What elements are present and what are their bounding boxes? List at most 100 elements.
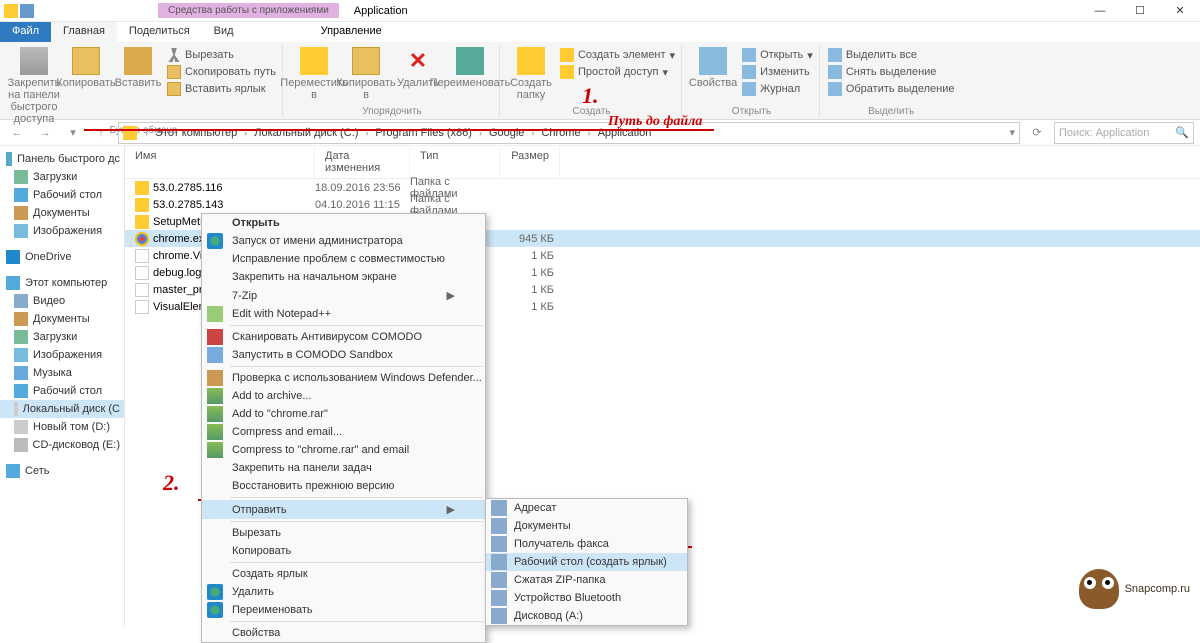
nav-up[interactable]: ↑ (90, 122, 112, 144)
context-item[interactable]: Копировать (202, 542, 485, 560)
nav-back[interactable]: ← (6, 122, 28, 144)
ribbon-edit[interactable]: Изменить (740, 64, 815, 80)
col-size[interactable]: Размер (500, 146, 560, 178)
ribbon-open[interactable]: Открыть▾ (740, 47, 815, 63)
ribbon-newfolder[interactable]: Создать папку (506, 45, 556, 106)
ribbon-easyaccess[interactable]: Простой доступ▾ (558, 64, 677, 80)
close-button[interactable]: ✕ (1160, 0, 1200, 22)
context-item[interactable]: Переименовать (202, 601, 485, 619)
ribbon-moveto[interactable]: Переместить в (289, 45, 339, 106)
sidebar-downloads[interactable]: Загрузки (0, 168, 124, 186)
menubar: Файл Главная Поделиться Вид Управление (0, 22, 1200, 42)
col-type[interactable]: Тип (410, 146, 500, 178)
ribbon-selinv[interactable]: Обратить выделение (826, 81, 957, 97)
ribbon-pastelnk[interactable]: Вставить ярлык (165, 81, 278, 97)
submenu-item[interactable]: Сжатая ZIP-папка (486, 571, 687, 589)
rar-icon (207, 388, 223, 404)
file-icon (135, 181, 149, 195)
submenu: АдресатДокументыПолучатель факсаРабочий … (485, 498, 688, 626)
sidebar-documents2[interactable]: Документы (0, 310, 124, 328)
context-item[interactable]: Запуск от имени администратора (202, 232, 485, 250)
submenu-item-label: Дисковод (A:) (514, 610, 583, 622)
sidebar-thispc[interactable]: Этот компьютер (0, 274, 124, 292)
context-item[interactable]: Вырезать (202, 524, 485, 542)
separator (230, 325, 483, 326)
context-menu: ОткрытьЗапуск от имени администратораИсп… (201, 213, 486, 643)
minimize-button[interactable]: — (1080, 0, 1120, 22)
sidebar-network[interactable]: Сеть (0, 462, 124, 480)
comodo-icon (207, 329, 223, 345)
context-item[interactable]: Закрепить на панели задач (202, 459, 485, 477)
submenu-item[interactable]: Документы (486, 517, 687, 535)
tab-view[interactable]: Вид (202, 22, 246, 42)
maximize-button[interactable]: ☐ (1120, 0, 1160, 22)
nav-fwd[interactable]: → (34, 122, 56, 144)
ribbon-rename[interactable]: Переименовать (445, 45, 495, 106)
col-name[interactable]: Имя (125, 146, 315, 178)
sidebar-pictures[interactable]: Изображения (0, 222, 124, 240)
breadcrumb[interactable]: › Этот компьютер› Локальный диск (C:)› P… (118, 122, 1020, 144)
context-item[interactable]: Проверка с использованием Windows Defend… (202, 369, 485, 387)
tab-home[interactable]: Главная (51, 22, 117, 42)
ribbon-selall[interactable]: Выделить все (826, 47, 957, 63)
context-item[interactable]: Закрепить на начальном экране (202, 268, 485, 286)
sidebar-ddisk[interactable]: Новый том (D:) (0, 418, 124, 436)
ribbon-delete[interactable]: ✕Удалить (393, 45, 443, 106)
submenu-item[interactable]: Получатель факса (486, 535, 687, 553)
context-item[interactable]: Add to "chrome.rar" (202, 405, 485, 423)
sidebar-cddisk[interactable]: CD-дисковод (E:) (0, 436, 124, 454)
context-item[interactable]: Отправить▶АдресатДокументыПолучатель фак… (202, 500, 485, 519)
ribbon-paste[interactable]: Вставить (113, 45, 163, 125)
tab-manage[interactable]: Управление (301, 22, 402, 42)
sidebar-documents[interactable]: Документы (0, 204, 124, 222)
ribbon-cut[interactable]: Вырезать (165, 47, 278, 63)
file-row[interactable]: 53.0.2785.11618.09.2016 23:56Папка с фай… (125, 179, 1200, 196)
context-item[interactable]: Compress and email... (202, 423, 485, 441)
context-item[interactable]: Создать ярлык (202, 565, 485, 583)
submenu-item[interactable]: Устройство Bluetooth (486, 589, 687, 607)
sidebar-cdisk[interactable]: Локальный диск (C (0, 400, 124, 418)
search-input[interactable]: Поиск: Application 🔍 (1054, 122, 1194, 144)
sidebar-quick[interactable]: Панель быстрого дс (0, 150, 124, 168)
sidebar-pictures2[interactable]: Изображения (0, 346, 124, 364)
ribbon-pin[interactable]: Закрепить на панели быстрого доступа (9, 45, 59, 125)
context-item[interactable]: Запустить в COMODO Sandbox (202, 346, 485, 364)
ribbon-copy-label: Копировать (56, 77, 115, 89)
ribbon-newitem[interactable]: Создать элемент▾ (558, 47, 677, 63)
context-item[interactable]: Удалить (202, 583, 485, 601)
ribbon-copyto[interactable]: Копировать в (341, 45, 391, 106)
sidebar-desktop[interactable]: Рабочий стол (0, 186, 124, 204)
tab-share[interactable]: Поделиться (117, 22, 202, 42)
sidebar-music[interactable]: Музыка (0, 364, 124, 382)
tab-file[interactable]: Файл (0, 22, 51, 42)
ribbon-properties[interactable]: Свойства (688, 45, 738, 106)
context-item[interactable]: Восстановить прежнюю версию (202, 477, 485, 495)
context-item[interactable]: 7-Zip▶ (202, 286, 485, 305)
file-row[interactable]: 53.0.2785.14304.10.2016 11:15Папка с фай… (125, 196, 1200, 213)
separator (230, 366, 483, 367)
context-item[interactable]: Исправление проблем с совместимостью (202, 250, 485, 268)
ribbon-selnone[interactable]: Снять выделение (826, 64, 957, 80)
context-item[interactable]: Edit with Notepad++ (202, 305, 485, 323)
ribbon-copypath[interactable]: Скопировать путь (165, 64, 278, 80)
file-size: 1 КБ (500, 301, 560, 313)
context-item-label: Compress to "chrome.rar" and email (232, 444, 409, 456)
sidebar-desktop2[interactable]: Рабочий стол (0, 382, 124, 400)
nav-recent[interactable]: ▾ (62, 122, 84, 144)
ribbon-copy[interactable]: Копировать (61, 45, 111, 125)
context-item[interactable]: Compress to "chrome.rar" and email (202, 441, 485, 459)
submenu-item[interactable]: Дисковод (A:) (486, 607, 687, 625)
context-item[interactable]: Add to archive... (202, 387, 485, 405)
context-item[interactable]: Сканировать Антивирусом COMODO (202, 328, 485, 346)
submenu-item[interactable]: Адресат (486, 499, 687, 517)
context-item[interactable]: Открыть (202, 214, 485, 232)
sidebar-downloads2[interactable]: Загрузки (0, 328, 124, 346)
sidebar-video[interactable]: Видео (0, 292, 124, 310)
ribbon-history[interactable]: Журнал (740, 81, 815, 97)
nav-refresh[interactable]: ⟳ (1026, 122, 1048, 144)
submenu-item[interactable]: Рабочий стол (создать ярлык) (486, 553, 687, 571)
sidebar-onedrive[interactable]: OneDrive (0, 248, 124, 266)
col-date[interactable]: Дата изменения (315, 146, 410, 178)
ribbon-pin-label: Закрепить на панели быстрого доступа (8, 77, 61, 125)
ribbon-paste-label: Вставить (115, 77, 162, 89)
